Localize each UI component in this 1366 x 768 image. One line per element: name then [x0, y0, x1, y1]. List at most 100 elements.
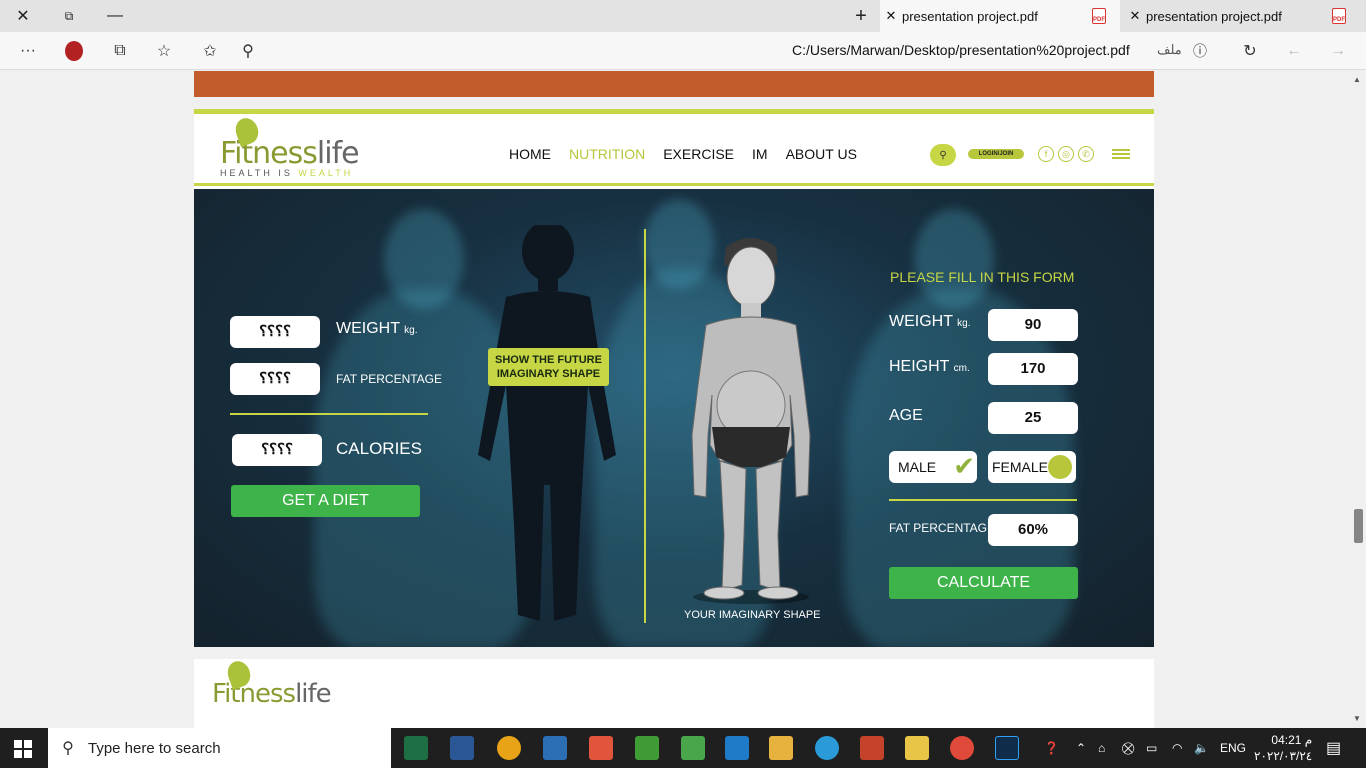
- snip-icon[interactable]: [681, 736, 705, 760]
- vertical-scrollbar[interactable]: ▲ ▼: [1350, 71, 1366, 728]
- refresh-icon[interactable]: ↻: [1238, 40, 1262, 62]
- menu-nutrition[interactable]: NUTRITION: [569, 146, 645, 162]
- facebook-icon[interactable]: f: [1038, 146, 1054, 162]
- close-tab-icon[interactable]: ✕: [880, 8, 902, 24]
- word-icon[interactable]: [450, 736, 474, 760]
- collections-icon[interactable]: ⧉: [108, 40, 132, 62]
- main-menu: HOME NUTRITION EXERCISE IM ABOUT US: [509, 146, 857, 162]
- future-button-line-1: SHOW THE FUTURE: [495, 354, 602, 366]
- slide: Fitnesslife HEALTH IS WEALTH HOME NUTRIT…: [194, 109, 1154, 647]
- male-option[interactable]: MALE ✔: [889, 451, 977, 483]
- hamburger-menu-icon[interactable]: [1112, 149, 1130, 159]
- edge-icon[interactable]: [815, 736, 839, 760]
- close-tab-icon[interactable]: ✕: [1124, 8, 1146, 24]
- fat-output[interactable]: 60%: [988, 514, 1078, 546]
- powerpoint-icon[interactable]: [860, 736, 884, 760]
- age-label: AGE: [889, 407, 923, 424]
- calculator-stage: ؟؟؟؟ WEIGHT kg. ؟؟؟؟ FAT PERCENTAGE ؟؟؟؟…: [194, 189, 1154, 647]
- pdf-icon: PDF: [1332, 8, 1346, 24]
- scroll-thumb[interactable]: [1354, 509, 1363, 543]
- mail-icon[interactable]: [543, 736, 567, 760]
- search-icon[interactable]: ⚲: [236, 40, 260, 62]
- calculate-button[interactable]: CALCULATE: [889, 567, 1078, 599]
- age-input[interactable]: 25: [988, 402, 1078, 434]
- file-explorer-icon[interactable]: [769, 736, 793, 760]
- folder-icon[interactable]: [905, 736, 929, 760]
- pdf-icon: PDF: [1092, 8, 1106, 24]
- battery-icon[interactable]: ▭: [1146, 728, 1157, 768]
- scroll-down-icon[interactable]: ▼: [1353, 714, 1361, 723]
- tab-pdf-2[interactable]: ✕ presentation project.pdf PDF: [1124, 0, 1366, 32]
- weight-input[interactable]: 90: [988, 309, 1078, 341]
- clock[interactable]: 04:21 م ٢٠٢٢/٠٣/٢٤: [1254, 732, 1312, 764]
- minimize-icon[interactable]: —: [102, 4, 128, 28]
- tab-title: presentation project.pdf: [902, 8, 1038, 24]
- add-favorite-icon[interactable]: ✩: [198, 40, 222, 62]
- taskbar-search[interactable]: ⚲ Type here to search: [48, 728, 391, 768]
- weight-result-label: WEIGHT kg.: [336, 320, 418, 337]
- app-icon-green[interactable]: [635, 736, 659, 760]
- imaginary-shape-figure: [691, 238, 811, 604]
- logo-tagline-a: HEALTH IS: [220, 168, 299, 178]
- weight-result-field[interactable]: ؟؟؟؟: [230, 316, 320, 348]
- search-placeholder: Type here to search: [88, 739, 221, 757]
- back-icon[interactable]: ←: [1282, 40, 1306, 62]
- login-button[interactable]: LOGIN/JOIN: [968, 149, 1024, 159]
- height-input[interactable]: 170: [988, 353, 1078, 385]
- profile-avatar[interactable]: [62, 40, 86, 62]
- volume-icon[interactable]: 🔈: [1194, 728, 1209, 768]
- file-label: ملف: [1157, 42, 1182, 57]
- male-label: MALE: [898, 459, 937, 475]
- calories-result-field[interactable]: ؟؟؟؟: [232, 434, 322, 466]
- excel-icon[interactable]: [404, 736, 428, 760]
- site-logo: Fitnesslife HEALTH IS WEALTH: [220, 115, 360, 178]
- clock-date: ٢٠٢٢/٠٣/٢٤: [1254, 749, 1313, 763]
- app-icon-orange[interactable]: [589, 736, 613, 760]
- browser-window: ✕ ⧉ — + ✕ presentation project.pdf PDF ✕…: [0, 0, 1366, 768]
- windows-start-icon[interactable]: [14, 740, 32, 758]
- previous-slide: [194, 71, 1154, 97]
- scroll-up-icon[interactable]: ▲: [1353, 75, 1361, 84]
- weight-label: WEIGHT kg.: [889, 313, 971, 330]
- instagram-icon[interactable]: ◎: [1058, 146, 1074, 162]
- chrome-icon[interactable]: [497, 736, 521, 760]
- vscode-icon[interactable]: [725, 736, 749, 760]
- tray-expand-icon[interactable]: ⌃: [1076, 728, 1086, 768]
- menu-exercise[interactable]: EXERCISE: [663, 146, 734, 162]
- photoshop-icon[interactable]: [995, 736, 1019, 760]
- help-icon[interactable]: ❓: [1044, 728, 1059, 768]
- notifications-icon[interactable]: ▤: [1326, 728, 1341, 768]
- menu-home[interactable]: HOME: [509, 146, 551, 162]
- close-window-icon[interactable]: ✕: [10, 4, 36, 28]
- wifi-icon[interactable]: ◠: [1172, 728, 1182, 768]
- more-icon[interactable]: ···: [16, 40, 40, 62]
- favorites-icon[interactable]: ☆: [152, 40, 176, 62]
- fat-result-label: FAT PERCENTAGE: [336, 372, 443, 386]
- language-indicator[interactable]: ENG: [1220, 728, 1246, 768]
- whatsapp-icon[interactable]: ✆: [1078, 146, 1094, 162]
- restore-icon[interactable]: ⧉: [56, 4, 82, 28]
- logo-tagline-b: WEALTH: [298, 168, 354, 178]
- female-label: FEMALE: [992, 459, 1049, 475]
- tab-pdf-1[interactable]: ✕ presentation project.pdf PDF: [880, 0, 1120, 32]
- future-silhouette: [478, 225, 616, 621]
- menu-im[interactable]: IM: [752, 146, 768, 162]
- tab-bar: ✕ ⧉ — + ✕ presentation project.pdf PDF ✕…: [0, 0, 1366, 32]
- security-icon[interactable]: ⛒: [1122, 728, 1134, 768]
- site-search-icon[interactable]: ⚲: [930, 144, 956, 166]
- forward-icon[interactable]: →: [1326, 40, 1350, 62]
- next-slide: Fitnesslife: [194, 658, 1154, 728]
- female-option[interactable]: FEMALE: [988, 451, 1076, 483]
- fat-result-field[interactable]: ؟؟؟؟: [230, 363, 320, 395]
- new-tab-icon[interactable]: +: [848, 4, 874, 28]
- info-icon[interactable]: ⓘ: [1188, 40, 1212, 62]
- taskbar: ⚲ Type here to search ❓ ⌃ ⌂ ⛒ ▭ ◠ 🔈 ENG …: [0, 728, 1366, 768]
- form-title: PLEASE FILL IN THIS FORM: [890, 269, 1075, 285]
- vertical-divider: [644, 229, 646, 623]
- get-diet-button[interactable]: GET A DIET: [231, 485, 420, 517]
- url-field[interactable]: C:/Users/Marwan/Desktop/presentation%20p…: [792, 42, 1130, 58]
- network-status-icon[interactable]: ⌂: [1098, 728, 1105, 768]
- menu-about-us[interactable]: ABOUT US: [786, 146, 857, 162]
- show-future-shape-button[interactable]: SHOW THE FUTURE IMAGINARY SHAPE: [488, 348, 609, 386]
- camera-icon[interactable]: [950, 736, 974, 760]
